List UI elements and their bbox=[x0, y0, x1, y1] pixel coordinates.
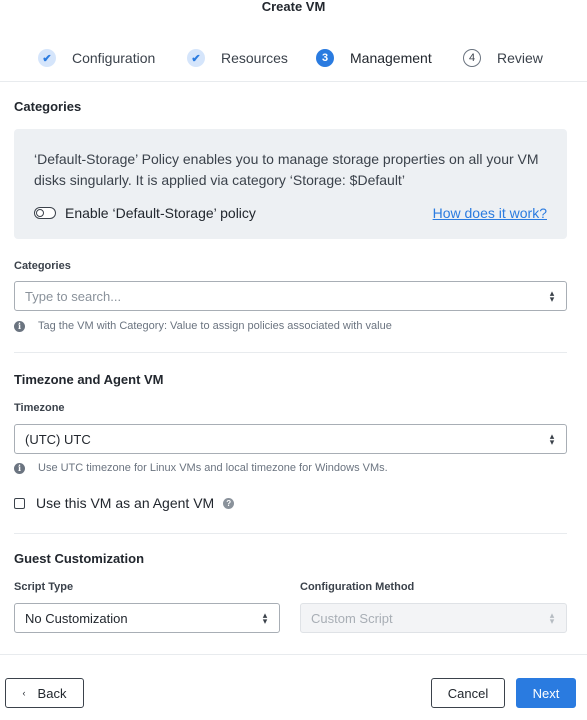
wizard-steps: ✔ Configuration ✔ Resources 3 Management… bbox=[0, 46, 587, 70]
step-resources[interactable]: ✔ Resources bbox=[187, 46, 288, 70]
step-management[interactable]: 3 Management bbox=[316, 46, 432, 70]
guest-customization-section-title: Guest Customization bbox=[14, 551, 145, 566]
chevron-left-icon: ‹ bbox=[22, 688, 26, 698]
hint-text: Use UTC timezone for Linux VMs and local… bbox=[38, 462, 388, 474]
next-button[interactable]: Next bbox=[516, 678, 576, 708]
agent-vm-checkbox[interactable] bbox=[14, 497, 25, 509]
step-label: Review bbox=[497, 50, 543, 66]
back-button[interactable]: ‹ Back bbox=[5, 678, 84, 708]
divider bbox=[14, 533, 567, 534]
info-icon: i bbox=[14, 462, 25, 474]
timezone-field-label: Timezone bbox=[14, 402, 65, 414]
back-label: Back bbox=[37, 685, 67, 701]
agent-vm-label[interactable]: Use this VM as an Agent VM bbox=[36, 495, 214, 511]
hint-text: Tag the VM with Category: Value to assig… bbox=[38, 320, 392, 332]
updown-chevron-icon: ▴ ▾ bbox=[549, 288, 555, 304]
categories-field-label: Categories bbox=[14, 260, 71, 272]
script-type-select[interactable]: No Customization ▴ ▾ bbox=[14, 603, 280, 633]
default-storage-toggle[interactable] bbox=[34, 207, 56, 219]
toggle-knob bbox=[36, 209, 44, 217]
question-icon[interactable]: ? bbox=[223, 497, 235, 509]
search-placeholder: Type to search... bbox=[25, 288, 122, 304]
cancel-button[interactable]: Cancel bbox=[431, 678, 505, 708]
categories-hint: i Tag the VM with Category: Value to ass… bbox=[14, 320, 392, 332]
configuration-method-select: Custom Script ▴ ▾ bbox=[300, 603, 567, 633]
categories-search-input[interactable]: Type to search... ▴ ▾ bbox=[14, 281, 567, 311]
step-label: Configuration bbox=[72, 50, 156, 66]
updown-chevron-icon: ▴ ▾ bbox=[549, 610, 555, 626]
agent-vm-row: Use this VM as an Agent VM ? bbox=[14, 495, 235, 511]
info-text: ‘Default-Storage’ Policy enables you to … bbox=[34, 151, 539, 188]
step-number: 4 bbox=[463, 49, 481, 67]
configuration-method-label: Configuration Method bbox=[300, 581, 415, 593]
how-does-it-work-link[interactable]: How does it work? bbox=[433, 205, 547, 221]
timezone-section-title: Timezone and Agent VM bbox=[14, 372, 164, 387]
info-icon: i bbox=[14, 320, 25, 332]
step-review[interactable]: 4 Review bbox=[463, 46, 543, 70]
step-label: Management bbox=[350, 50, 432, 66]
step-label: Resources bbox=[221, 50, 288, 66]
categories-section-title: Categories bbox=[14, 99, 82, 114]
dialog-title: Create VM bbox=[261, 0, 326, 14]
timezone-value: (UTC) UTC bbox=[25, 431, 91, 447]
timezone-select[interactable]: (UTC) UTC ▴ ▾ bbox=[14, 424, 567, 454]
timezone-hint: i Use UTC timezone for Linux VMs and loc… bbox=[14, 462, 388, 474]
step-configuration[interactable]: ✔ Configuration bbox=[38, 46, 155, 70]
check-icon: ✔ bbox=[38, 49, 56, 67]
updown-chevron-icon: ▴ ▾ bbox=[262, 610, 268, 626]
script-type-label: Script Type bbox=[14, 581, 74, 593]
default-storage-info-box: ‘Default-Storage’ Policy enables you to … bbox=[14, 129, 567, 239]
check-icon: ✔ bbox=[187, 49, 205, 67]
divider bbox=[0, 81, 587, 82]
footer-divider bbox=[0, 654, 587, 655]
toggle-label: Enable ‘Default-Storage’ policy bbox=[65, 205, 256, 221]
configuration-method-value: Custom Script bbox=[311, 610, 393, 626]
updown-chevron-icon: ▴ ▾ bbox=[549, 431, 555, 447]
step-number: 3 bbox=[316, 49, 334, 67]
divider bbox=[14, 352, 567, 353]
script-type-value: No Customization bbox=[25, 610, 128, 626]
